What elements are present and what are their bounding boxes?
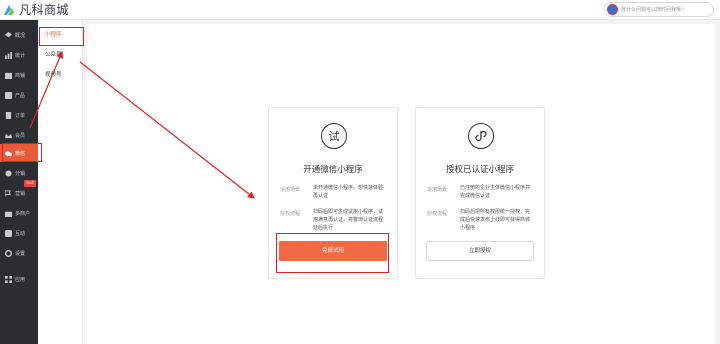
settings-icon [5, 249, 12, 257]
authorize-now-button[interactable]: 立即授权 [426, 241, 534, 261]
flow-label: 授权流程 [280, 211, 301, 217]
scene-text: 未开通微信小程序，想快速体验再认证 [313, 185, 384, 199]
sidebar-item-label: 营销 [15, 190, 26, 197]
stats-icon [5, 51, 12, 59]
sidebar-item-product[interactable]: 产品 [0, 86, 38, 104]
top-bar: 凡科商城 有什么问题可以随时问我哦~ [0, 0, 720, 20]
interaction-icon [5, 229, 12, 237]
sidebar-item-label: 互动 [15, 230, 26, 237]
distribution-icon [5, 169, 12, 177]
sidebar-item-label: 订单 [15, 112, 26, 119]
member-icon [5, 133, 12, 138]
sidebar-item-label: 分销 [15, 170, 26, 177]
sidebar-item-apps[interactable]: 应用 [0, 270, 38, 288]
sidebar-item-label: 产品 [15, 92, 26, 99]
order-icon [5, 111, 12, 119]
sidebar-item-label: 概况 [15, 32, 26, 39]
sidebar-item-label: 设置 [15, 250, 26, 257]
help-search-text: 有什么问题可以随时问我哦~ [621, 7, 686, 13]
scene-label: 适用场景 [280, 187, 301, 193]
annotation-box-trial-button [276, 233, 389, 273]
marketing-icon [5, 189, 11, 197]
subnav-item-official-account[interactable]: 公众号 [38, 48, 83, 62]
wechat-subnav: 小程序 公众号 视频号 [38, 20, 83, 344]
multi-merchant-icon [5, 211, 12, 217]
sidebar-item-label: 应用 [15, 276, 26, 283]
help-search[interactable]: 有什么问题可以随时问我哦~ [604, 2, 714, 17]
logo-text: 凡科商城 [19, 3, 70, 17]
sidebar-item-store[interactable]: 商铺 [0, 66, 38, 84]
sidebar-item-label: 会员 [15, 132, 26, 139]
sidebar-item-overview[interactable]: 概况 [0, 26, 38, 44]
sidebar-item-marketing[interactable]: 营销 [0, 184, 38, 202]
card-title: 授权已认证小程序 [445, 165, 514, 175]
annotation-box-mini-program [39, 27, 84, 46]
sidebar-item-multi-merchant[interactable]: 多商户 [0, 204, 38, 222]
apps-icon [5, 275, 12, 283]
authorize-card: 授权已认证小程序 适用场景 已注册的企业主体微信小程序并完成微信认证 授权流程 … [415, 107, 545, 279]
dashboard-icon [5, 31, 12, 37]
sidebar-item-member[interactable]: 会员 [0, 126, 38, 144]
product-icon [5, 91, 12, 99]
link-icon [468, 123, 494, 149]
flow-text: 扫码后即可生成试用小程序，试用满意再认证，将繁琐认证流程延后执行 [313, 209, 384, 231]
logo[interactable]: 凡科商城 [2, 1, 69, 18]
sidebar-item-label: 多商户 [15, 210, 31, 217]
sidebar-item-stats[interactable]: 统计 [0, 46, 38, 64]
annotation-box-wechat [2, 143, 42, 162]
trial-icon: 试 [321, 123, 347, 149]
sidebar-item-label: 统计 [15, 52, 26, 59]
sidebar-item-interaction[interactable]: 互动 [0, 224, 38, 242]
assistant-avatar-icon [607, 4, 618, 15]
sidebar-item-label: 商铺 [15, 72, 26, 79]
scene-text: 已注册的企业主体微信小程序并完成微信认证 [460, 185, 531, 199]
sidebar: 概况 统计 商铺 产品 订单 会员 微信 分销 hot 营销 多商户 互动 设置… [0, 20, 38, 344]
sidebar-item-order[interactable]: 订单 [0, 106, 38, 124]
scene-label: 适用场景 [427, 187, 448, 193]
subnav-item-video-channel[interactable]: 视频号 [38, 68, 83, 82]
flow-text: 扫码后把所有权限统一授权，完成后快速发布上线即可获得商城小程序 [460, 209, 531, 231]
sidebar-item-settings[interactable]: 设置 [0, 244, 38, 262]
store-icon [5, 72, 12, 79]
flow-label: 授权流程 [427, 211, 448, 217]
main-content: 试 开通微信小程序 适用场景 未开通微信小程序，想快速体验再认证 授权流程 扫码… [87, 24, 715, 344]
logo-icon [4, 4, 14, 15]
card-title: 开通微信小程序 [303, 165, 363, 175]
